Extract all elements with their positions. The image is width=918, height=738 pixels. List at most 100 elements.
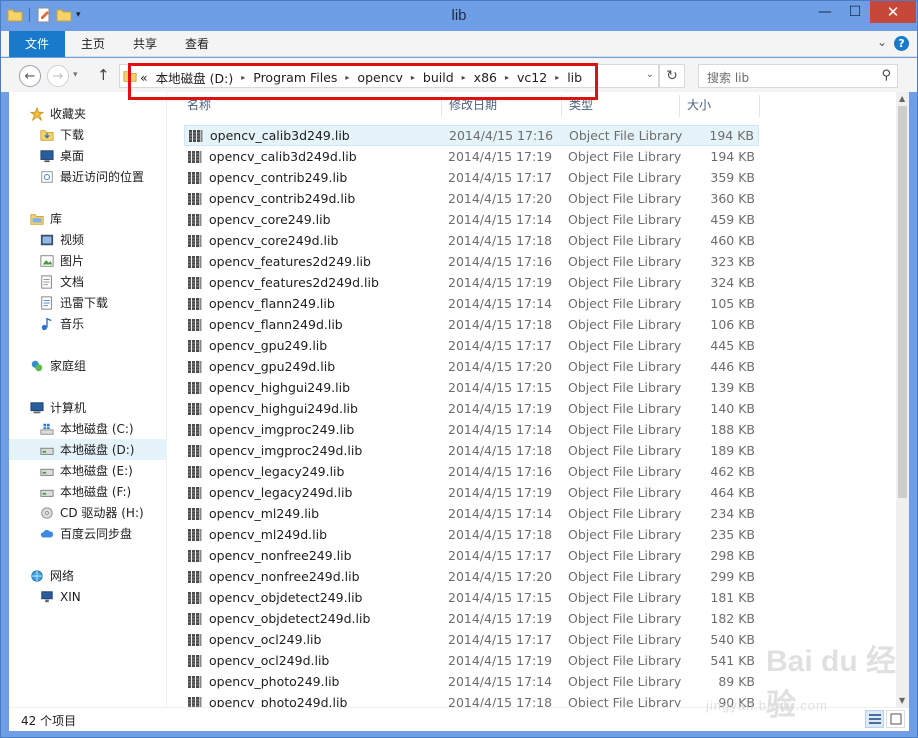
breadcrumb-opencv[interactable]: opencv <box>357 70 402 85</box>
tab-view[interactable]: 查看 <box>171 31 223 57</box>
search-input[interactable]: 搜索 lib ⚲ <box>698 64 898 88</box>
vertical-scrollbar[interactable]: ▲ ▼ <box>896 92 909 707</box>
breadcrumb-vc12[interactable]: vc12 <box>517 70 547 85</box>
file-date: 2014/4/15 17:14 <box>448 212 553 227</box>
up-button[interactable]: ↑ <box>97 66 110 84</box>
sidebar-item[interactable]: 库 <box>9 208 167 229</box>
table-row[interactable]: opencv_contrib249d.lib 2014/4/15 17:20 Obj… <box>184 188 759 209</box>
sidebar-item-label: 本地磁盘 (E:) <box>60 464 133 478</box>
tab-file[interactable]: 文件 <box>9 31 65 57</box>
table-row[interactable]: opencv_calib3d249d.lib 2014/4/15 17:19 Obj… <box>184 146 759 167</box>
chevron-right-icon[interactable]: ▸ <box>411 73 415 82</box>
breadcrumb-drive-d[interactable]: 本地磁盘 (D:) <box>156 68 234 87</box>
chevron-right-icon[interactable]: ▸ <box>345 73 349 82</box>
column-divider[interactable] <box>759 95 760 117</box>
details-view-icon[interactable] <box>865 710 884 728</box>
sidebar-item[interactable]: 收藏夹 <box>9 103 167 124</box>
table-row[interactable]: opencv_ml249.lib 2014/4/15 17:14 Object Fi… <box>184 503 759 524</box>
table-row[interactable]: opencv_flann249d.lib 2014/4/15 17:18 Objec… <box>184 314 759 335</box>
table-row[interactable]: opencv_features2d249d.lib 2014/4/15 17:19… <box>184 272 759 293</box>
table-row[interactable]: opencv_legacy249d.lib 2014/4/15 17:19 Obje… <box>184 482 759 503</box>
sidebar-item[interactable]: 家庭组 <box>9 355 167 376</box>
back-button[interactable]: ← <box>19 65 41 87</box>
tab-home[interactable]: 主页 <box>67 31 119 57</box>
address-bar[interactable]: « 本地磁盘 (D:) ▸ Program Files ▸ opencv ▸ b… <box>119 64 659 88</box>
expand-ribbon-icon[interactable]: ⌄ <box>877 35 887 49</box>
table-row[interactable]: opencv_features2d249.lib 2014/4/15 17:16 O… <box>184 251 759 272</box>
file-size: 106 KB <box>710 317 755 332</box>
breadcrumb-build[interactable]: build <box>423 70 454 85</box>
breadcrumb-x86[interactable]: x86 <box>474 70 497 85</box>
table-row[interactable]: opencv_imgproc249.lib 2014/4/15 17:14 Obje… <box>184 419 759 440</box>
sidebar-item-label: 图片 <box>60 254 85 268</box>
column-header-date[interactable]: 修改日期 <box>441 92 497 120</box>
table-row[interactable]: opencv_legacy249.lib 2014/4/15 17:16 Objec… <box>184 461 759 482</box>
minimize-button[interactable]: — <box>810 1 840 23</box>
help-icon[interactable]: ? <box>894 36 909 51</box>
sidebar-item[interactable]: 本地磁盘 (E:) <box>9 460 167 481</box>
table-row[interactable]: opencv_objdetect249.lib 2014/4/15 17:15 Ob… <box>184 587 759 608</box>
forward-button[interactable]: → <box>47 65 69 87</box>
sidebar-item[interactable]: CD 驱动器 (H:) <box>9 502 167 523</box>
large-icons-view-icon[interactable] <box>886 710 905 728</box>
scroll-up-icon[interactable]: ▲ <box>899 94 905 103</box>
sidebar-item[interactable]: 计算机 <box>9 397 167 418</box>
chevron-right-icon[interactable]: ▸ <box>241 73 245 82</box>
sidebar-item[interactable]: XIN <box>9 586 167 607</box>
lib-file-icon <box>188 591 202 604</box>
scroll-down-icon[interactable]: ▼ <box>899 696 905 705</box>
table-row[interactable]: opencv_ocl249.lib 2014/4/15 17:17 Object F… <box>184 629 759 650</box>
breadcrumb-program-files[interactable]: Program Files <box>253 70 337 85</box>
sidebar-item[interactable]: 文档 <box>9 271 167 292</box>
file-size: 182 KB <box>710 611 755 626</box>
column-header-size[interactable]: 大小 <box>679 92 711 120</box>
lib-file-icon <box>188 507 202 520</box>
sidebar-item[interactable]: 本地磁盘 (D:) <box>9 439 167 460</box>
address-dropdown-icon[interactable]: ⌄ <box>646 69 654 80</box>
table-row[interactable]: opencv_flann249.lib 2014/4/15 17:14 Object… <box>184 293 759 314</box>
refresh-button[interactable]: ↻ <box>659 64 685 88</box>
sidebar-item[interactable]: 下载 <box>9 124 167 145</box>
sidebar-item[interactable]: 本地磁盘 (C:) <box>9 418 167 439</box>
table-row[interactable]: opencv_core249d.lib 2014/4/15 17:18 Object… <box>184 230 759 251</box>
table-row[interactable]: opencv_highgui249d.lib 2014/4/15 17:19 Obj… <box>184 398 759 419</box>
table-row[interactable]: opencv_core249.lib 2014/4/15 17:14 Object … <box>184 209 759 230</box>
lib-file-icon <box>188 318 202 331</box>
file-type: Object File Library <box>568 653 682 668</box>
table-row[interactable]: opencv_ocl249d.lib 2014/4/15 17:19 Object … <box>184 650 759 671</box>
sidebar-item[interactable]: 桌面 <box>9 145 167 166</box>
table-row[interactable]: opencv_nonfree249.lib 2014/4/15 17:17 Obje… <box>184 545 759 566</box>
breadcrumb-lib[interactable]: lib <box>567 70 582 85</box>
table-row[interactable]: opencv_contrib249.lib 2014/4/15 17:17 Obje… <box>184 167 759 188</box>
maximize-button[interactable]: ☐ <box>840 1 870 23</box>
close-button[interactable]: ✕ <box>870 1 916 23</box>
sidebar-item[interactable]: 图片 <box>9 250 167 271</box>
column-header-type[interactable]: 类型 <box>561 92 593 120</box>
chevron-right-icon[interactable]: ▸ <box>505 73 509 82</box>
sidebar-item[interactable]: 音乐 <box>9 313 167 334</box>
chevron-right-icon[interactable]: ▸ <box>555 73 559 82</box>
table-row[interactable]: opencv_imgproc249d.lib 2014/4/15 17:18 Obj… <box>184 440 759 461</box>
table-row[interactable]: opencv_photo249.lib 2014/4/15 17:14 Object… <box>184 671 759 692</box>
sidebar-item[interactable]: 迅雷下载 <box>9 292 167 313</box>
table-row[interactable]: opencv_gpu249d.lib 2014/4/15 17:20 Object … <box>184 356 759 377</box>
sidebar-item[interactable]: 视频 <box>9 229 167 250</box>
recent-locations-icon[interactable]: ▾ <box>73 70 78 80</box>
table-row[interactable]: opencv_objdetect249d.lib 2014/4/15 17:19 O… <box>184 608 759 629</box>
file-size: 541 KB <box>710 653 755 668</box>
sidebar-item[interactable]: 本地磁盘 (F:) <box>9 481 167 502</box>
sidebar-item[interactable]: 网络 <box>9 565 167 586</box>
sidebar-item[interactable]: 最近访问的位置 <box>9 166 167 187</box>
table-row[interactable]: opencv_highgui249.lib 2014/4/15 17:15 Obje… <box>184 377 759 398</box>
sidebar-item[interactable]: 百度云同步盘 <box>9 523 167 544</box>
table-row[interactable]: opencv_nonfree249d.lib 2014/4/15 17:20 Obj… <box>184 566 759 587</box>
table-row[interactable]: opencv_calib3d249.lib 2014/4/15 17:16 Obje… <box>184 125 759 146</box>
table-row[interactable]: opencv_gpu249.lib 2014/4/15 17:17 Object F… <box>184 335 759 356</box>
table-row[interactable]: opencv_ml249d.lib 2014/4/15 17:18 Object F… <box>184 524 759 545</box>
column-header-name[interactable]: 名称 <box>179 92 211 120</box>
breadcrumb-overflow[interactable]: « <box>140 70 148 85</box>
chevron-right-icon[interactable]: ▸ <box>462 73 466 82</box>
scrollbar-thumb[interactable] <box>898 106 907 498</box>
search-icon[interactable]: ⚲ <box>881 68 891 83</box>
tab-share[interactable]: 共享 <box>119 31 171 57</box>
